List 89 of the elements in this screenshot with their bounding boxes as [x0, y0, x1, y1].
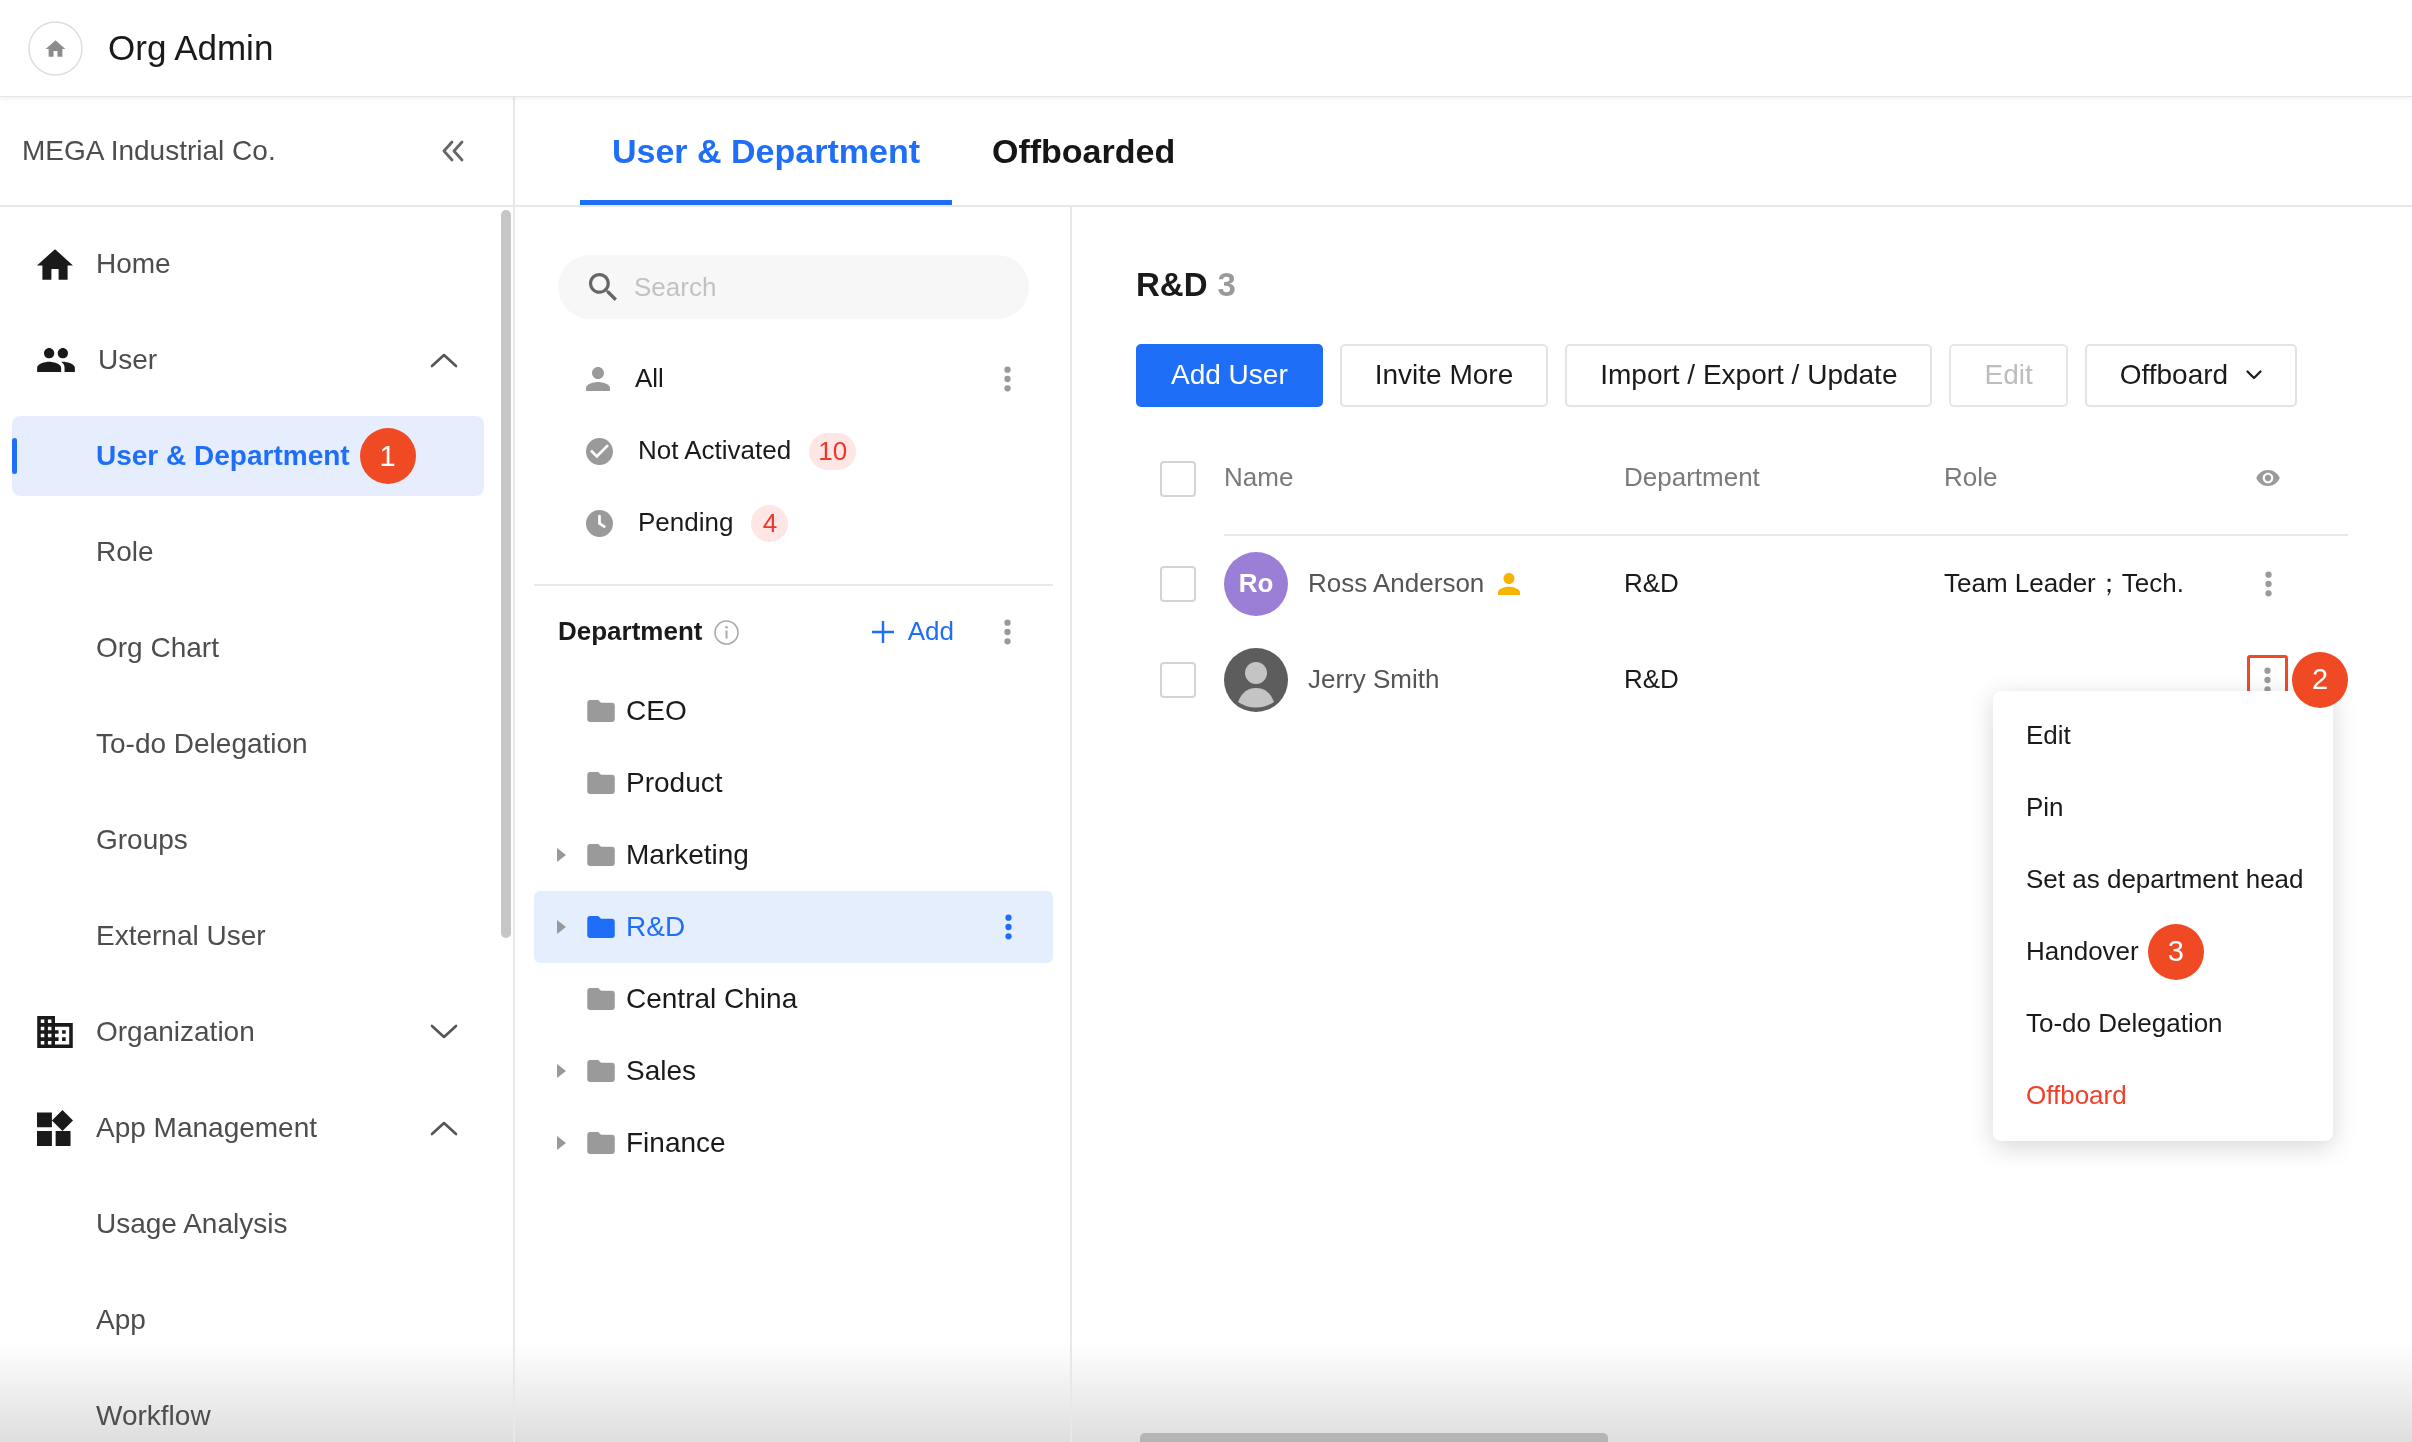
sidebar-scrollbar[interactable]: [501, 210, 511, 938]
member-count: 3: [1217, 265, 1236, 305]
role-text: Team Leader；Tech.: [1944, 568, 2184, 600]
person-icon: [586, 367, 610, 391]
department-title: R&D: [1136, 265, 1208, 305]
sidebar-item[interactable]: App: [12, 1280, 484, 1360]
clock-icon: [586, 509, 613, 537]
people-icon: [37, 348, 75, 372]
folder-icon: [587, 700, 615, 722]
filter-item[interactable]: All: [534, 343, 1053, 415]
widgets-icon: [37, 1110, 73, 1146]
checkbox[interactable]: [1160, 661, 1196, 698]
caret-right-icon[interactable]: [557, 848, 566, 862]
filter-item[interactable]: Not Activated 10: [534, 415, 1053, 487]
department-name: R&D: [1624, 568, 1679, 600]
folder-icon: [587, 1132, 615, 1154]
organization-name: MEGA Industrial Co.: [22, 134, 276, 168]
tab[interactable]: Offboarded: [960, 97, 1208, 205]
add-button[interactable]: Add: [871, 616, 954, 648]
toolbar-button[interactable]: Invite More: [1339, 343, 1549, 407]
sidebar-item[interactable]: Groups: [12, 800, 484, 880]
toolbar-button[interactable]: Import / Export / Update: [1565, 343, 1933, 407]
checkbox[interactable]: [1160, 565, 1196, 602]
user-avatar: Ro: [1224, 551, 1288, 616]
info-icon[interactable]: [714, 619, 740, 645]
sidebar-item[interactable]: Organization: [12, 992, 484, 1072]
column-header: Role: [1944, 462, 1998, 494]
step-badge: 2: [2292, 651, 2348, 708]
count-badge: 4: [751, 504, 789, 542]
avatar-icon: [1224, 647, 1288, 712]
sidebar-item[interactable]: External User: [12, 896, 484, 976]
caret-right-icon[interactable]: [557, 1136, 566, 1150]
primary-button[interactable]: Add User: [1136, 343, 1323, 407]
department-item[interactable]: CEO: [534, 675, 1053, 747]
checkbox[interactable]: [1160, 460, 1196, 497]
home-icon: [37, 248, 73, 280]
menu-item[interactable]: Offboard: [1993, 1059, 2333, 1132]
kebab-icon[interactable]: [1004, 619, 1011, 645]
step-badge: 3: [2147, 923, 2204, 980]
department-item[interactable]: Marketing: [534, 819, 1053, 891]
kebab-icon: [2264, 570, 2272, 597]
step-badge: 1: [359, 428, 416, 484]
user-name[interactable]: Ross Anderson: [1308, 568, 1485, 600]
department-item[interactable]: Product: [534, 747, 1053, 819]
chevron-down-icon: [2246, 370, 2263, 381]
folder-icon: [587, 988, 615, 1010]
search-icon: [589, 273, 617, 301]
kebab-icon[interactable]: [1004, 366, 1011, 392]
app-title: Org Admin: [108, 27, 274, 69]
sidebar-item[interactable]: To-do Delegation: [12, 704, 484, 784]
kebab-icon[interactable]: [1005, 914, 1012, 940]
folder-icon: [587, 772, 615, 794]
filter-item[interactable]: Pending 4: [534, 487, 1053, 559]
plus-icon: [871, 621, 894, 643]
caret-right-icon[interactable]: [557, 920, 566, 934]
sidebar-item[interactable]: User: [12, 320, 484, 400]
department-item[interactable]: Finance: [534, 1107, 1053, 1179]
department-item[interactable]: Sales: [534, 1035, 1053, 1107]
caret-right-icon[interactable]: [557, 1064, 566, 1078]
menu-item[interactable]: Set as department head: [1993, 843, 2333, 916]
menu-item[interactable]: To-do Delegation: [1993, 987, 2333, 1060]
kebab-icon: [2264, 666, 2271, 693]
sidebar-item[interactable]: Home: [12, 224, 484, 304]
eye-icon[interactable]: [2256, 469, 2280, 486]
column-header: Department: [1624, 462, 1760, 494]
department-name: R&D: [1624, 664, 1679, 696]
user-name[interactable]: Jerry Smith: [1308, 664, 1440, 696]
sidebar-item[interactable]: Role: [12, 512, 484, 592]
home-icon[interactable]: [28, 20, 83, 76]
building-icon: [37, 1016, 73, 1048]
folder-icon: [587, 844, 615, 866]
department-item[interactable]: R&D: [534, 891, 1053, 963]
count-badge: 10: [809, 432, 857, 470]
menu-item[interactable]: Pin: [1993, 771, 2333, 844]
sidebar-item[interactable]: App Management: [12, 1088, 484, 1168]
section-title: Department: [558, 616, 703, 648]
department-item[interactable]: Central China: [534, 963, 1053, 1035]
horizontal-scrollbar[interactable]: [1140, 1433, 1608, 1442]
sidebar-item[interactable]: Usage Analysis: [12, 1184, 484, 1264]
folder-icon: [587, 916, 615, 938]
folder-icon: [587, 1060, 615, 1082]
sidebar-item[interactable]: Org Chart: [12, 608, 484, 688]
double-chevron-icon[interactable]: [441, 140, 465, 162]
sidebar-item[interactable]: Workflow: [12, 1376, 484, 1442]
menu-item[interactable]: Handover 3: [1993, 915, 2333, 988]
sidebar-item[interactable]: User & Department 1: [12, 416, 484, 496]
dropdown-button[interactable]: Offboard: [2084, 343, 2298, 407]
column-header: Name: [1224, 462, 1294, 494]
tab[interactable]: User & Department: [580, 97, 952, 205]
